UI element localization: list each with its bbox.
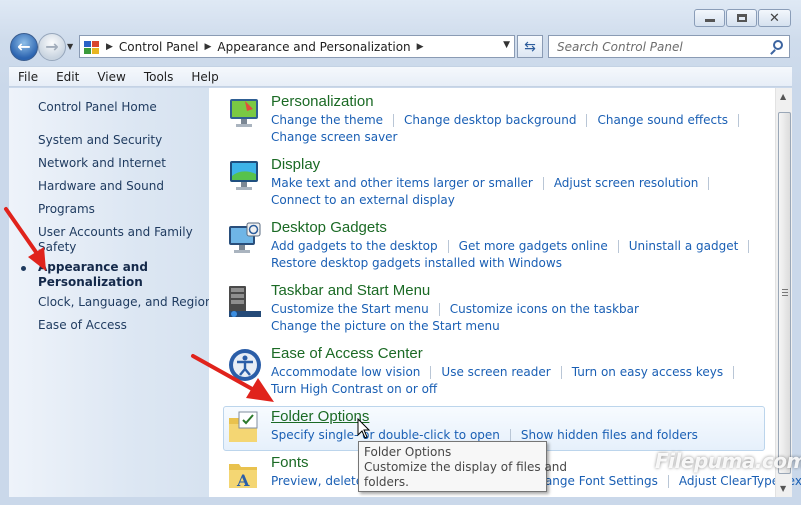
address-dropdown-icon[interactable]: ▼ — [503, 40, 510, 50]
fonts-icon: A — [229, 464, 257, 490]
folder-options-title[interactable]: Folder Options — [271, 408, 369, 425]
menu-view[interactable]: View — [97, 70, 125, 84]
fonts-title[interactable]: Fonts — [271, 454, 309, 471]
sidebar-item-system-security[interactable]: System and Security — [38, 133, 162, 147]
close-button[interactable]: ✕ — [758, 9, 791, 27]
breadcrumb-appearance[interactable]: Appearance and Personalization — [217, 40, 410, 54]
sidebar-item-user-accounts[interactable]: User Accounts and Family Safety — [38, 225, 198, 255]
link-font-settings[interactable]: Change Font Settings — [529, 474, 658, 488]
link-show-hidden-files[interactable]: Show hidden files and folders — [521, 428, 698, 442]
taskbar-icon — [229, 286, 261, 317]
scroll-up-icon[interactable]: ▲ — [780, 92, 786, 101]
link-add-gadgets[interactable]: Add gadgets to the desktop — [271, 239, 438, 253]
svg-text:A: A — [236, 471, 250, 490]
maximize-icon — [736, 14, 747, 22]
link-change-sound[interactable]: Change sound effects — [597, 113, 728, 127]
forward-arrow-icon: → — [45, 37, 59, 56]
menu-help[interactable]: Help — [191, 70, 218, 84]
maximize-button[interactable] — [726, 9, 757, 27]
personalization-title[interactable]: Personalization — [271, 93, 374, 110]
breadcrumb-separator[interactable]: ▶ — [106, 42, 113, 52]
navigation-bar: ← → ▼ ▶ Control Panel ▶ Appearance and P… — [0, 32, 801, 62]
gadgets-icon — [229, 222, 261, 253]
breadcrumb-separator[interactable]: ▶ — [205, 42, 212, 52]
menu-file[interactable]: File — [18, 70, 38, 84]
link-high-contrast[interactable]: Turn High Contrast on or off — [271, 382, 437, 396]
link-low-vision[interactable]: Accommodate low vision — [271, 365, 420, 379]
search-icon[interactable] — [773, 40, 783, 50]
sidebar: Control Panel Home System and Security N… — [9, 88, 213, 497]
refresh-button[interactable]: ⇆ — [517, 35, 543, 58]
link-change-background[interactable]: Change desktop background — [404, 113, 576, 127]
sidebar-item-network[interactable]: Network and Internet — [38, 156, 166, 170]
link-easy-access-keys[interactable]: Turn on easy access keys — [572, 365, 723, 379]
window-frame: ✕ ← → ▼ ▶ Control Panel ▶ Appearance and… — [0, 0, 801, 505]
back-arrow-icon: ← — [17, 37, 31, 56]
menu-tools[interactable]: Tools — [144, 70, 174, 84]
folder-options-tooltip: Folder Options Customize the display of … — [358, 441, 568, 492]
taskbar-title[interactable]: Taskbar and Start Menu — [271, 282, 430, 299]
folder-options-icon — [229, 411, 258, 442]
link-screen-resolution[interactable]: Adjust screen resolution — [554, 176, 699, 190]
link-change-theme[interactable]: Change the theme — [271, 113, 383, 127]
recent-pages-dropdown[interactable]: ▼ — [67, 42, 73, 51]
sidebar-item-clock-language[interactable]: Clock, Language, and Region — [38, 295, 213, 309]
watermark: Filepuma.com — [655, 449, 801, 473]
control-panel-icon — [84, 40, 100, 54]
sidebar-item-hardware[interactable]: Hardware and Sound — [38, 179, 164, 193]
tooltip-title: Folder Options — [364, 445, 452, 459]
menu-bar: File Edit View Tools Help — [9, 66, 792, 87]
tooltip-text-line2: folders. — [364, 475, 409, 489]
breadcrumb-separator[interactable]: ▶ — [417, 42, 424, 52]
sidebar-home[interactable]: Control Panel Home — [38, 100, 157, 114]
breadcrumb-control-panel[interactable]: Control Panel — [119, 40, 199, 54]
search-input[interactable]: Search Control Panel — [557, 40, 683, 54]
address-bar[interactable]: ▶ Control Panel ▶ Appearance and Persona… — [79, 35, 515, 58]
back-button[interactable]: ← — [10, 33, 38, 61]
scroll-thumb[interactable] — [778, 112, 791, 474]
personalization-icon — [230, 99, 258, 127]
vertical-scrollbar[interactable]: ▲ ▼ — [775, 88, 792, 497]
minimize-button[interactable] — [694, 9, 725, 27]
link-customize-taskbar-icons[interactable]: Customize icons on the taskbar — [450, 302, 639, 316]
sidebar-item-ease-of-access[interactable]: Ease of Access — [38, 318, 127, 332]
display-icon — [230, 161, 258, 190]
minimize-icon — [704, 19, 715, 22]
link-screen-reader[interactable]: Use screen reader — [441, 365, 550, 379]
mouse-cursor-icon — [357, 418, 371, 439]
link-restore-gadgets[interactable]: Restore desktop gadgets installed with W… — [271, 256, 562, 270]
close-icon: ✕ — [769, 10, 780, 26]
link-customize-start[interactable]: Customize the Start menu — [271, 302, 429, 316]
annotation-arrow-icon — [4, 207, 46, 271]
window-controls: ✕ — [694, 9, 791, 27]
annotation-arrow-icon — [191, 354, 274, 402]
grip-icon — [782, 289, 788, 296]
refresh-icon: ⇆ — [524, 38, 536, 55]
search-box[interactable]: Search Control Panel — [548, 35, 790, 58]
desktop-gadgets-title[interactable]: Desktop Gadgets — [271, 219, 387, 236]
link-change-screen-saver[interactable]: Change screen saver — [271, 130, 398, 144]
link-text-size[interactable]: Make text and other items larger or smal… — [271, 176, 533, 190]
scroll-down-icon[interactable]: ▼ — [780, 484, 786, 493]
tooltip-text-line1: Customize the display of files and — [364, 460, 568, 474]
link-start-picture[interactable]: Change the picture on the Start menu — [271, 319, 500, 333]
menu-edit[interactable]: Edit — [56, 70, 79, 84]
main-content: Personalization Change the theme Change … — [209, 88, 801, 497]
ease-of-access-title[interactable]: Ease of Access Center — [271, 345, 423, 362]
display-title[interactable]: Display — [271, 156, 320, 173]
forward-button[interactable]: → — [38, 33, 66, 61]
link-single-double-click[interactable]: Specify single- or double-click to open — [271, 428, 500, 442]
link-uninstall-gadget[interactable]: Uninstall a gadget — [629, 239, 739, 253]
link-more-gadgets[interactable]: Get more gadgets online — [459, 239, 608, 253]
link-external-display[interactable]: Connect to an external display — [271, 193, 455, 207]
